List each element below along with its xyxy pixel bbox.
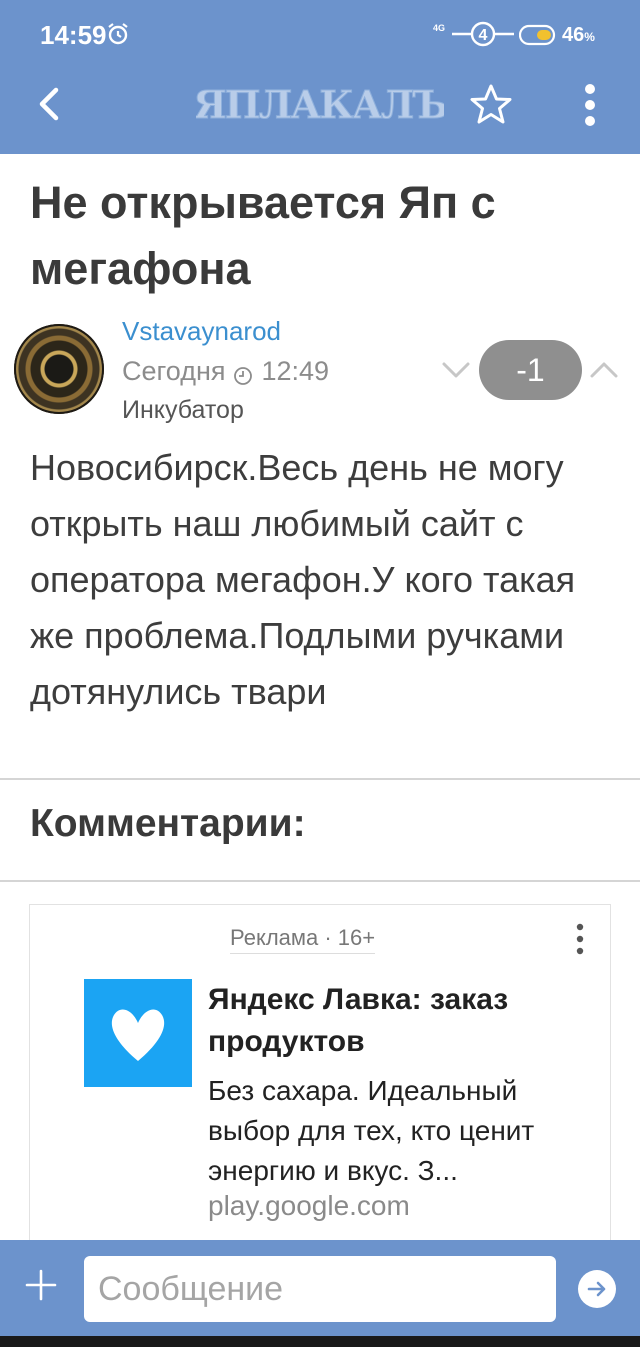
ad-label: Реклама · 16+: [230, 925, 376, 954]
user-rank: Инкубатор: [122, 396, 244, 424]
comments-heading: Комментарии:: [30, 802, 306, 845]
battery-icon: [518, 24, 559, 51]
clock-icon: [233, 362, 253, 385]
app-header: 14:59 4G 4 46% ЯПЛАКАЛЪ: [0, 0, 640, 154]
ad-domain[interactable]: play.google.com: [208, 1190, 410, 1222]
post-date-time: 12:49: [261, 356, 330, 386]
ad-title[interactable]: Яндекс Лавка: заказ продуктов: [208, 979, 598, 1063]
logo-text: ЯПЛАКАЛЪ: [196, 82, 444, 127]
star-icon[interactable]: [468, 82, 514, 128]
system-nav-strip: [0, 1336, 640, 1347]
post-date: Сегодня 12:49: [122, 356, 329, 387]
ad-card[interactable]: Реклама · 16+ Яндекс Лавка: заказ продук…: [29, 904, 611, 1249]
plus-icon[interactable]: [24, 1268, 58, 1302]
post-title: Не открывается Яп с мегафона: [30, 177, 496, 294]
back-arrow-icon[interactable]: [28, 82, 72, 126]
signal-icon: 4: [452, 20, 514, 53]
send-icon[interactable]: [578, 1270, 616, 1308]
avatar[interactable]: [14, 324, 104, 414]
battery-level: 46%: [562, 24, 595, 46]
sim-slot: 4: [479, 27, 488, 44]
more-vert-icon[interactable]: [572, 80, 608, 130]
post-score: -1: [479, 340, 582, 400]
yandex-lavka-logo-icon[interactable]: [84, 979, 192, 1087]
app-logo[interactable]: ЯПЛАКАЛЪ: [193, 78, 450, 130]
ad-more-icon[interactable]: [570, 921, 590, 957]
vote-down-icon[interactable]: [440, 358, 472, 382]
author-link[interactable]: Vstavaynarod: [122, 316, 281, 347]
vote-up-icon[interactable]: [588, 358, 620, 382]
status-bar: 14:59 4G 4 46%: [0, 0, 640, 72]
network-type: 4G: [433, 23, 446, 33]
message-composer: [0, 1240, 640, 1336]
post-body: Новосибирск.Весь день не могу открыть на…: [30, 447, 576, 712]
post-date-day: Сегодня: [122, 356, 226, 386]
alarm-icon: [106, 22, 130, 51]
divider: [0, 880, 640, 882]
status-time: 14:59: [40, 20, 107, 50]
message-input[interactable]: [84, 1256, 556, 1322]
divider: [0, 778, 640, 780]
ad-description: Без сахара. Идеальный выбор для тех, кто…: [208, 1075, 535, 1186]
